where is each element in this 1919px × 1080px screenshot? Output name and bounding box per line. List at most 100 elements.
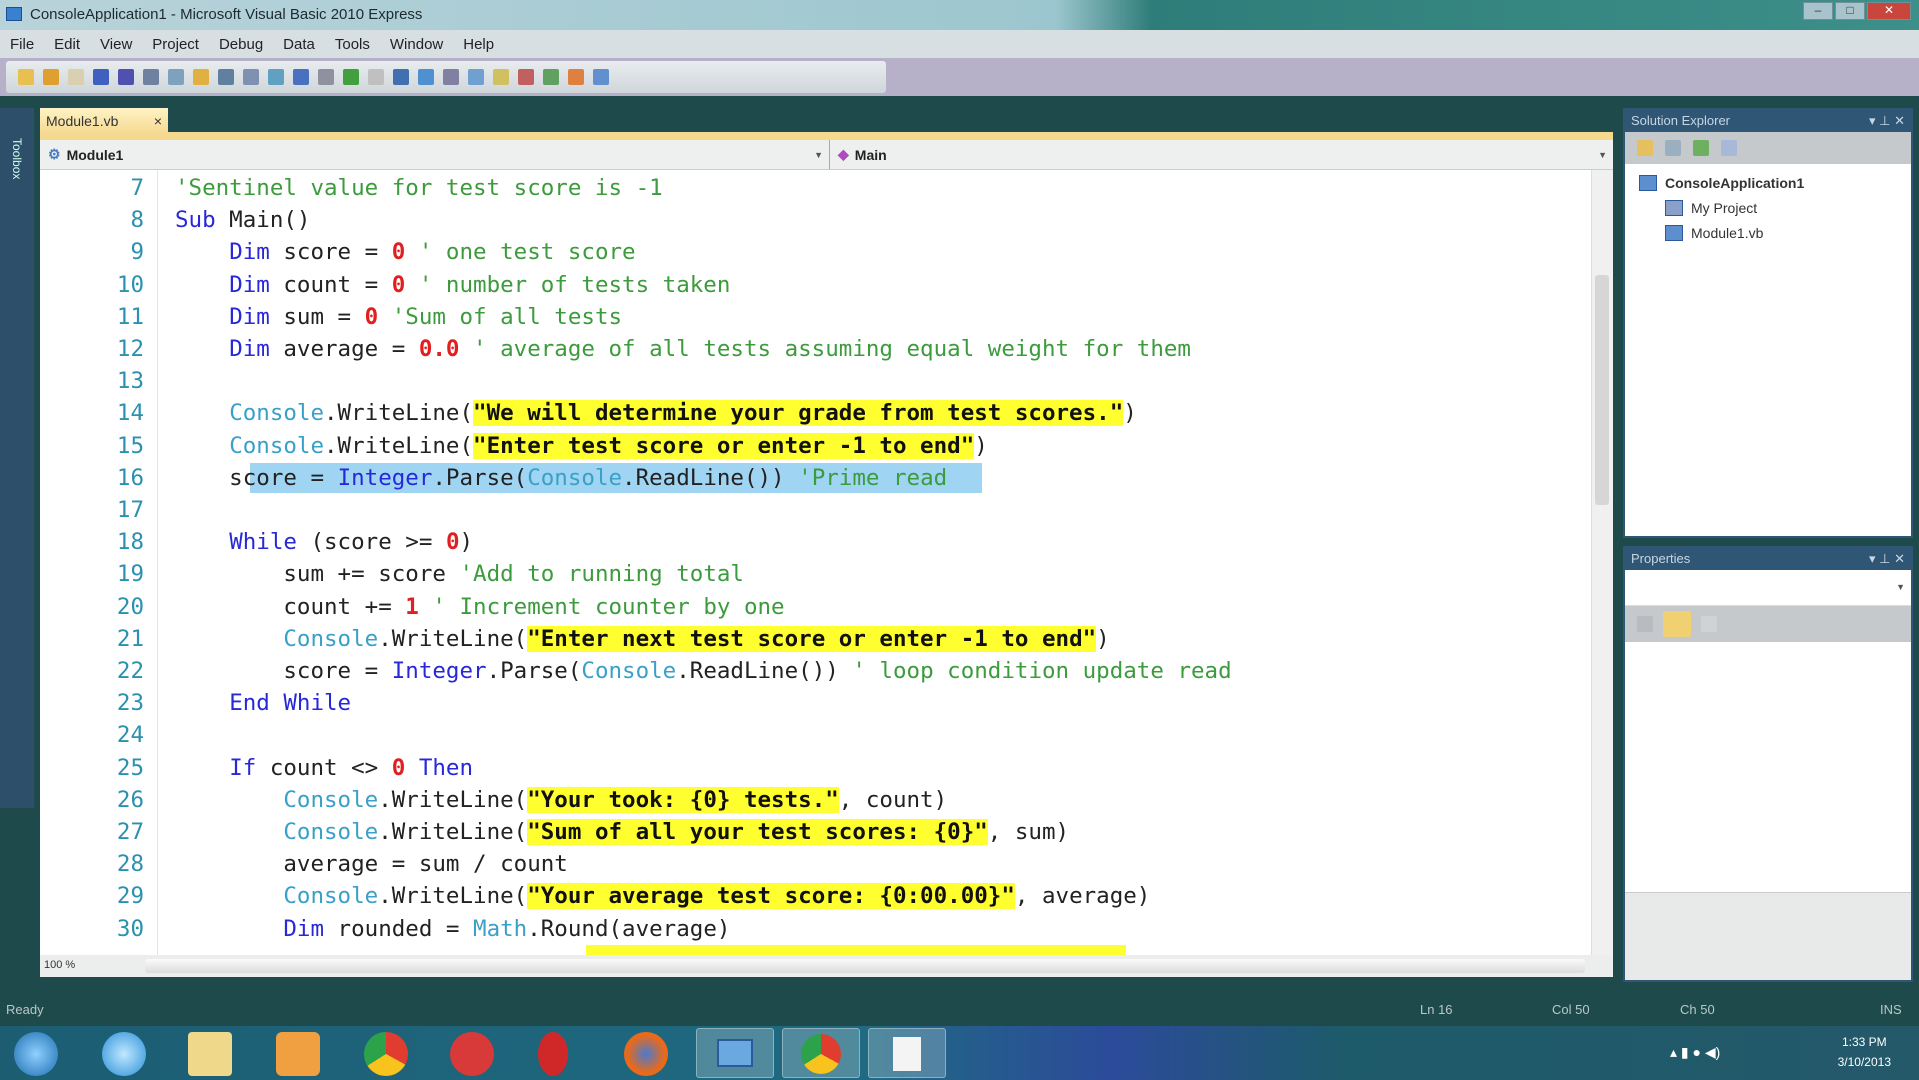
internet-explorer-icon[interactable] xyxy=(102,1032,146,1076)
close-icon[interactable]: × xyxy=(154,113,162,129)
toolbar-button-icon[interactable] xyxy=(393,69,409,85)
clock[interactable]: 1:33 PM 3/10/2013 xyxy=(1838,1032,1891,1072)
code-line[interactable]: 21 Console.WriteLine("Enter next test sc… xyxy=(40,623,1591,655)
toolbar-button-icon[interactable] xyxy=(93,69,109,85)
tree-label: Module1.vb xyxy=(1691,224,1764,241)
toolbar-button-icon[interactable] xyxy=(468,69,484,85)
toolbar-button-icon[interactable] xyxy=(318,69,334,85)
code-line[interactable]: 18 While (score >= 0) xyxy=(40,526,1591,558)
media-player-icon[interactable] xyxy=(276,1032,320,1076)
toolbar-button-icon[interactable] xyxy=(293,69,309,85)
code-editor[interactable]: 7 'Sentinel value for test score is -1 8 Su… xyxy=(40,170,1591,955)
code-line[interactable]: 25 If count <> 0 Then xyxy=(40,752,1591,784)
type-dropdown[interactable]: ⚙ Module1 ▼ xyxy=(40,140,830,169)
code-line[interactable]: 8 Sub Main() xyxy=(40,204,1591,236)
code-line[interactable]: 23 End While xyxy=(40,687,1591,719)
toolbar-button-icon[interactable] xyxy=(493,69,509,85)
tree-item-my-project[interactable]: My Project xyxy=(1639,195,1911,220)
toolbar-button-icon[interactable] xyxy=(343,69,359,85)
toolbar-button-icon[interactable] xyxy=(443,69,459,85)
code-line[interactable]: 22 score = Integer.Parse(Console.ReadLin… xyxy=(40,655,1591,687)
show-all-files-icon[interactable] xyxy=(1665,140,1681,156)
code-line[interactable]: 7 'Sentinel value for test score is -1 xyxy=(40,172,1591,204)
tree-item-project[interactable]: ConsoleApplication1 xyxy=(1639,170,1911,195)
refresh-icon[interactable] xyxy=(1693,140,1709,156)
code-line[interactable]: 29 Console.WriteLine("Your average test … xyxy=(40,880,1591,912)
tab-module1[interactable]: Module1.vb × xyxy=(40,108,168,134)
member-dropdown[interactable]: ◆ Main ▼ xyxy=(830,140,1613,169)
token-cm: ' one test score xyxy=(405,239,636,266)
menu-edit[interactable]: Edit xyxy=(54,36,80,53)
taskbar-visual-basic-active[interactable] xyxy=(696,1028,774,1078)
menu-project[interactable]: Project xyxy=(152,36,199,53)
toolbar-button-icon[interactable] xyxy=(368,69,384,85)
maximize-button[interactable]: □ xyxy=(1835,2,1865,20)
categorized-icon[interactable] xyxy=(1637,616,1653,632)
horizontal-scrollbar[interactable] xyxy=(145,959,1585,973)
code-line[interactable]: 10 Dim count = 0 ' number of tests taken xyxy=(40,269,1591,301)
object-selector[interactable]: ▼ xyxy=(1625,570,1911,606)
chrome-icon[interactable] xyxy=(364,1032,408,1076)
menu-view[interactable]: View xyxy=(100,36,132,53)
code-line[interactable]: 16 score = Integer.Parse(Console.ReadLin… xyxy=(40,462,1591,494)
start-button-icon[interactable] xyxy=(14,1032,58,1076)
minimize-button[interactable]: – xyxy=(1803,2,1833,20)
menu-help[interactable]: Help xyxy=(463,36,494,53)
code-line[interactable]: 20 count += 1 ' Increment counter by one xyxy=(40,591,1591,623)
code-line[interactable]: 15 Console.WriteLine("Enter test score o… xyxy=(40,430,1591,462)
toolbar-button-icon[interactable] xyxy=(243,69,259,85)
panel-controls[interactable]: ▾ ⊥ ✕ xyxy=(1869,551,1905,567)
system-tray-icons[interactable]: ▴ ▮ ● ◀) xyxy=(1670,1044,1720,1061)
property-pages-icon[interactable] xyxy=(1701,616,1717,632)
code-line[interactable]: 24 xyxy=(40,719,1591,751)
view-code-icon[interactable] xyxy=(1721,140,1737,156)
code-line[interactable]: 17 xyxy=(40,494,1591,526)
menu-window[interactable]: Window xyxy=(390,36,443,53)
vertical-scrollbar[interactable] xyxy=(1591,170,1613,955)
code-line[interactable]: 27 Console.WriteLine("Sum of all your te… xyxy=(40,816,1591,848)
code-line[interactable]: 11 Dim sum = 0 'Sum of all tests xyxy=(40,301,1591,333)
code-line[interactable]: 14 Console.WriteLine("We will determine … xyxy=(40,397,1591,429)
taskbar-chrome-window[interactable] xyxy=(782,1028,860,1078)
pin-icon[interactable] xyxy=(538,1032,568,1076)
line-number: 14 xyxy=(116,400,144,427)
close-button[interactable]: ✕ xyxy=(1867,2,1911,20)
toolbar-button-icon[interactable] xyxy=(193,69,209,85)
toolbar-button-icon[interactable] xyxy=(43,69,59,85)
toolbar-button-icon[interactable] xyxy=(593,69,609,85)
line-number: 22 xyxy=(116,658,144,684)
app-red-icon[interactable] xyxy=(450,1032,494,1076)
menu-file[interactable]: File xyxy=(10,36,34,53)
toolbox-strip[interactable]: Toolbox xyxy=(0,108,34,808)
code-line[interactable]: 9 Dim score = 0 ' one test score xyxy=(40,236,1591,268)
menu-data[interactable]: Data xyxy=(283,36,315,53)
toolbar-button-icon[interactable] xyxy=(118,69,134,85)
file-explorer-icon[interactable] xyxy=(188,1032,232,1076)
toolbar-button-icon[interactable] xyxy=(418,69,434,85)
zoom-level[interactable]: 100 % xyxy=(44,959,75,971)
code-line[interactable]: 13 xyxy=(40,365,1591,397)
toolbar-button-icon[interactable] xyxy=(268,69,284,85)
properties-icon[interactable] xyxy=(1637,140,1653,156)
toolbar-button-icon[interactable] xyxy=(218,69,234,85)
code-line[interactable]: 30 Dim rounded = Math.Round(average) xyxy=(40,913,1591,945)
menu-tools[interactable]: Tools xyxy=(335,36,370,53)
panel-controls[interactable]: ▾ ⊥ ✕ xyxy=(1869,113,1905,129)
scrollbar-thumb[interactable] xyxy=(1595,275,1609,505)
toolbar-button-icon[interactable] xyxy=(143,69,159,85)
alphabetical-icon[interactable] xyxy=(1663,611,1691,637)
menu-debug[interactable]: Debug xyxy=(219,36,263,53)
code-line[interactable]: 26 Console.WriteLine("Your took: {0} tes… xyxy=(40,784,1591,816)
toolbar-button-icon[interactable] xyxy=(568,69,584,85)
toolbar-button-icon[interactable] xyxy=(18,69,34,85)
tree-item-module1[interactable]: Module1.vb xyxy=(1639,220,1911,245)
taskbar-documents[interactable] xyxy=(868,1028,946,1078)
toolbar-button-icon[interactable] xyxy=(543,69,559,85)
code-line[interactable]: 19 sum += score 'Add to running total xyxy=(40,558,1591,590)
code-line[interactable]: 12 Dim average = 0.0 ' average of all te… xyxy=(40,333,1591,365)
code-line[interactable]: 28 average = sum / count xyxy=(40,848,1591,880)
toolbar-button-icon[interactable] xyxy=(168,69,184,85)
toolbar-button-icon[interactable] xyxy=(68,69,84,85)
firefox-icon[interactable] xyxy=(624,1032,668,1076)
toolbar-button-icon[interactable] xyxy=(518,69,534,85)
